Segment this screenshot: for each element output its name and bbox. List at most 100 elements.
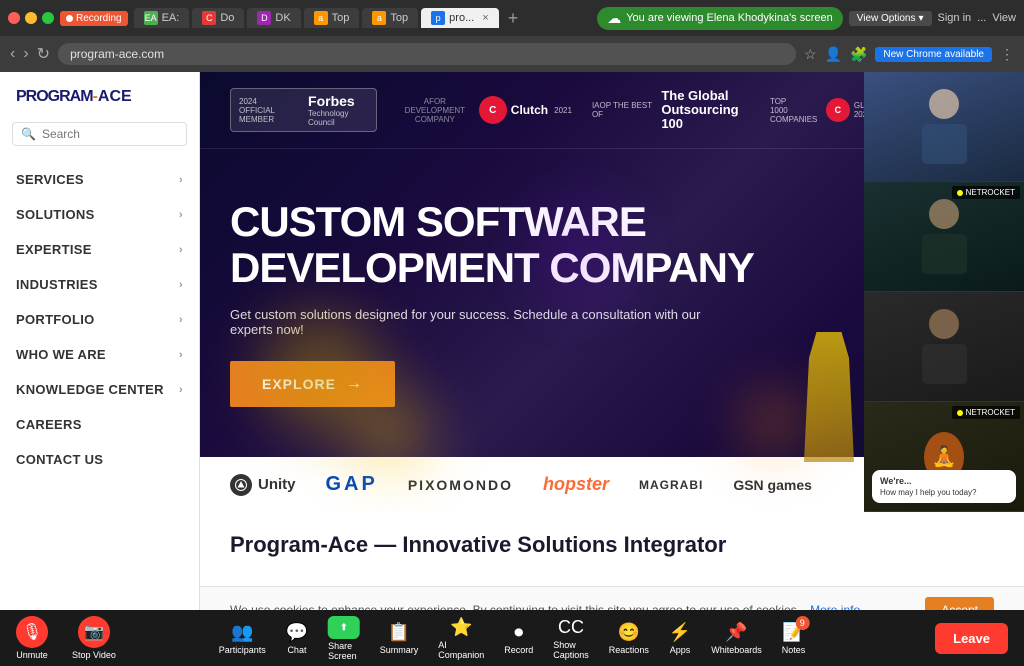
- window-controls: [8, 12, 54, 24]
- reactions-btn[interactable]: 😊 Reactions: [609, 622, 649, 655]
- record-label: Record: [504, 645, 533, 655]
- tab-1[interactable]: EA EA:: [134, 8, 190, 28]
- nav-item-solutions[interactable]: SOLUTIONS ›: [0, 197, 199, 232]
- nav-label-contact-us: CONTACT US: [16, 452, 103, 467]
- view-label[interactable]: View: [992, 12, 1016, 24]
- gap-client: GAP: [326, 473, 378, 496]
- trophy-decoration: [804, 332, 854, 462]
- clutch2-circle: C: [826, 98, 850, 122]
- nav-item-who-we-are[interactable]: WHO WE ARE ›: [0, 337, 199, 372]
- menu-icon[interactable]: ⋮: [1000, 46, 1014, 63]
- chrome-available-badge[interactable]: New Chrome available: [875, 47, 992, 62]
- extensions-icon[interactable]: 🧩: [850, 46, 867, 63]
- chat-bubble-title: We're...: [880, 476, 1008, 486]
- tab-3[interactable]: D DK: [247, 8, 300, 28]
- bookmark-icon[interactable]: ☆: [804, 46, 817, 63]
- nav-item-knowledge-center[interactable]: KNOWLEDGE CENTER ›: [0, 372, 199, 407]
- search-box[interactable]: 🔍: [12, 122, 187, 146]
- netrocket-badge-1: NETROCKET: [952, 186, 1020, 199]
- sign-in-area: Sign in ... View: [938, 12, 1016, 24]
- new-tab-btn[interactable]: +: [502, 8, 525, 29]
- forbes-badge: 2024OFFICIAL MEMBER Forbes Technology Co…: [230, 88, 377, 132]
- forbes-icon: Forbes Technology Council: [308, 93, 368, 127]
- record-btn[interactable]: ⏺ Record: [504, 622, 533, 655]
- toolbar-left: 🎙 Unmute 📷 Stop Video: [16, 616, 116, 660]
- nav-item-careers[interactable]: CAREERS: [0, 407, 199, 442]
- nav-item-services[interactable]: SERVICES ›: [0, 162, 199, 197]
- clutch-sub: AFORDEVELOPMENT COMPANY: [397, 97, 473, 124]
- close-window-btn[interactable]: [8, 12, 20, 24]
- ai-companion-btn[interactable]: ⭐ AI Companion: [438, 617, 484, 660]
- more-info-link[interactable]: More info: [810, 603, 860, 610]
- clutch2-top: TOP1000 COMPANIES: [770, 97, 820, 124]
- person-head-2: [929, 199, 959, 229]
- summary-btn[interactable]: 📋 Summary: [380, 622, 419, 655]
- iaop-badge: IAOP THE BEST OF The GlobalOutsourcing 1…: [592, 89, 750, 132]
- nav-item-industries[interactable]: INDUSTRIES ›: [0, 267, 199, 302]
- forward-btn[interactable]: ›: [23, 44, 28, 64]
- nav-label-knowledge-center: KNOWLEDGE CENTER: [16, 382, 164, 397]
- sign-in-label[interactable]: Sign in: [938, 12, 972, 24]
- back-btn[interactable]: ‹: [10, 44, 15, 64]
- person-head-3: [929, 309, 959, 339]
- chat-bubble: We're... How may I help you today?: [872, 470, 1016, 503]
- tab-favicon-5: a: [372, 11, 386, 25]
- netrocket-dot-2: [957, 410, 963, 416]
- maximize-window-btn[interactable]: [42, 12, 54, 24]
- profile-icon[interactable]: 👤: [825, 46, 842, 63]
- apps-btn[interactable]: ⚡ Apps: [669, 622, 691, 655]
- reload-btn[interactable]: ↻: [37, 44, 50, 64]
- tab-active[interactable]: p pro... ×: [421, 8, 499, 28]
- nav-buttons: ‹ › ↻: [10, 44, 50, 64]
- url-input[interactable]: [58, 43, 796, 65]
- ai-companion-icon: ⭐: [450, 617, 472, 638]
- leave-btn[interactable]: Leave: [935, 623, 1008, 654]
- whiteboards-btn[interactable]: 📌 Whiteboards: [711, 622, 762, 655]
- view-options-btn[interactable]: View Options ▾: [849, 11, 932, 26]
- nav-item-expertise[interactable]: EXPERTISE ›: [0, 232, 199, 267]
- person-body-1: [922, 124, 967, 164]
- tab-close-active[interactable]: ×: [482, 12, 488, 24]
- tab-5[interactable]: a Top: [362, 8, 418, 28]
- toolbar-icons: ☆ 👤 🧩 New Chrome available ⋮: [804, 46, 1014, 63]
- share-screen-label: Share Screen: [328, 641, 360, 661]
- nav-item-portfolio[interactable]: PORTFOLIO ›: [0, 302, 199, 337]
- recording-indicator: [66, 15, 73, 22]
- stop-video-btn[interactable]: 📷 Stop Video: [72, 616, 116, 660]
- trophy-shape: [804, 332, 854, 462]
- tab-label-3: DK: [275, 12, 290, 24]
- nav-chevron-knowledge-center: ›: [179, 384, 183, 396]
- sign-in-separator: ...: [977, 12, 986, 24]
- video-thumb-4: NETROCKET 🧘 We're... How may I help you …: [864, 402, 1024, 512]
- unity-client-label: Unity: [258, 476, 296, 493]
- captions-btn[interactable]: CC Show Captions: [553, 617, 589, 660]
- unmute-btn[interactable]: 🎙 Unmute: [16, 616, 48, 660]
- nav-chevron-who-we-are: ›: [179, 349, 183, 361]
- logo-ace: ACE: [98, 88, 132, 106]
- gap-label: GAP: [326, 473, 378, 496]
- video-thumb-3: [864, 292, 1024, 402]
- forbes-type: Technology Council: [308, 109, 368, 127]
- minimize-window-btn[interactable]: [25, 12, 37, 24]
- tab-label-active: pro...: [449, 12, 474, 24]
- unmute-label: Unmute: [16, 650, 48, 660]
- pixomondo-client: PIXOMONDO: [408, 477, 513, 493]
- chat-bubble-text: How may I help you today?: [880, 488, 1008, 497]
- apps-icon: ⚡: [669, 622, 691, 643]
- tab-favicon-4: a: [314, 11, 328, 25]
- hopster-client: hopster: [543, 474, 609, 495]
- os-title-bar: Recording EA EA: C Do D DK a Top a Top p…: [0, 0, 1024, 36]
- tab-bar: EA EA: C Do D DK a Top a Top p pro... × …: [134, 8, 592, 29]
- pixomondo-label: PIXOMONDO: [408, 477, 513, 493]
- participants-btn[interactable]: 👥 Participants 9: [219, 622, 266, 655]
- chat-btn[interactable]: 💬 Chat: [286, 622, 308, 655]
- tab-4[interactable]: a Top: [304, 8, 360, 28]
- nav-item-contact-us[interactable]: CONTACT US: [0, 442, 199, 477]
- nav-label-expertise: EXPERTISE: [16, 242, 92, 257]
- share-screen-btn[interactable]: ⬆ Share Screen: [328, 616, 360, 661]
- search-input[interactable]: [42, 127, 178, 141]
- whiteboards-label: Whiteboards: [711, 645, 762, 655]
- tab-2[interactable]: C Do: [192, 8, 244, 28]
- person-1: [922, 89, 967, 164]
- accept-cookies-btn[interactable]: Accept: [925, 597, 994, 610]
